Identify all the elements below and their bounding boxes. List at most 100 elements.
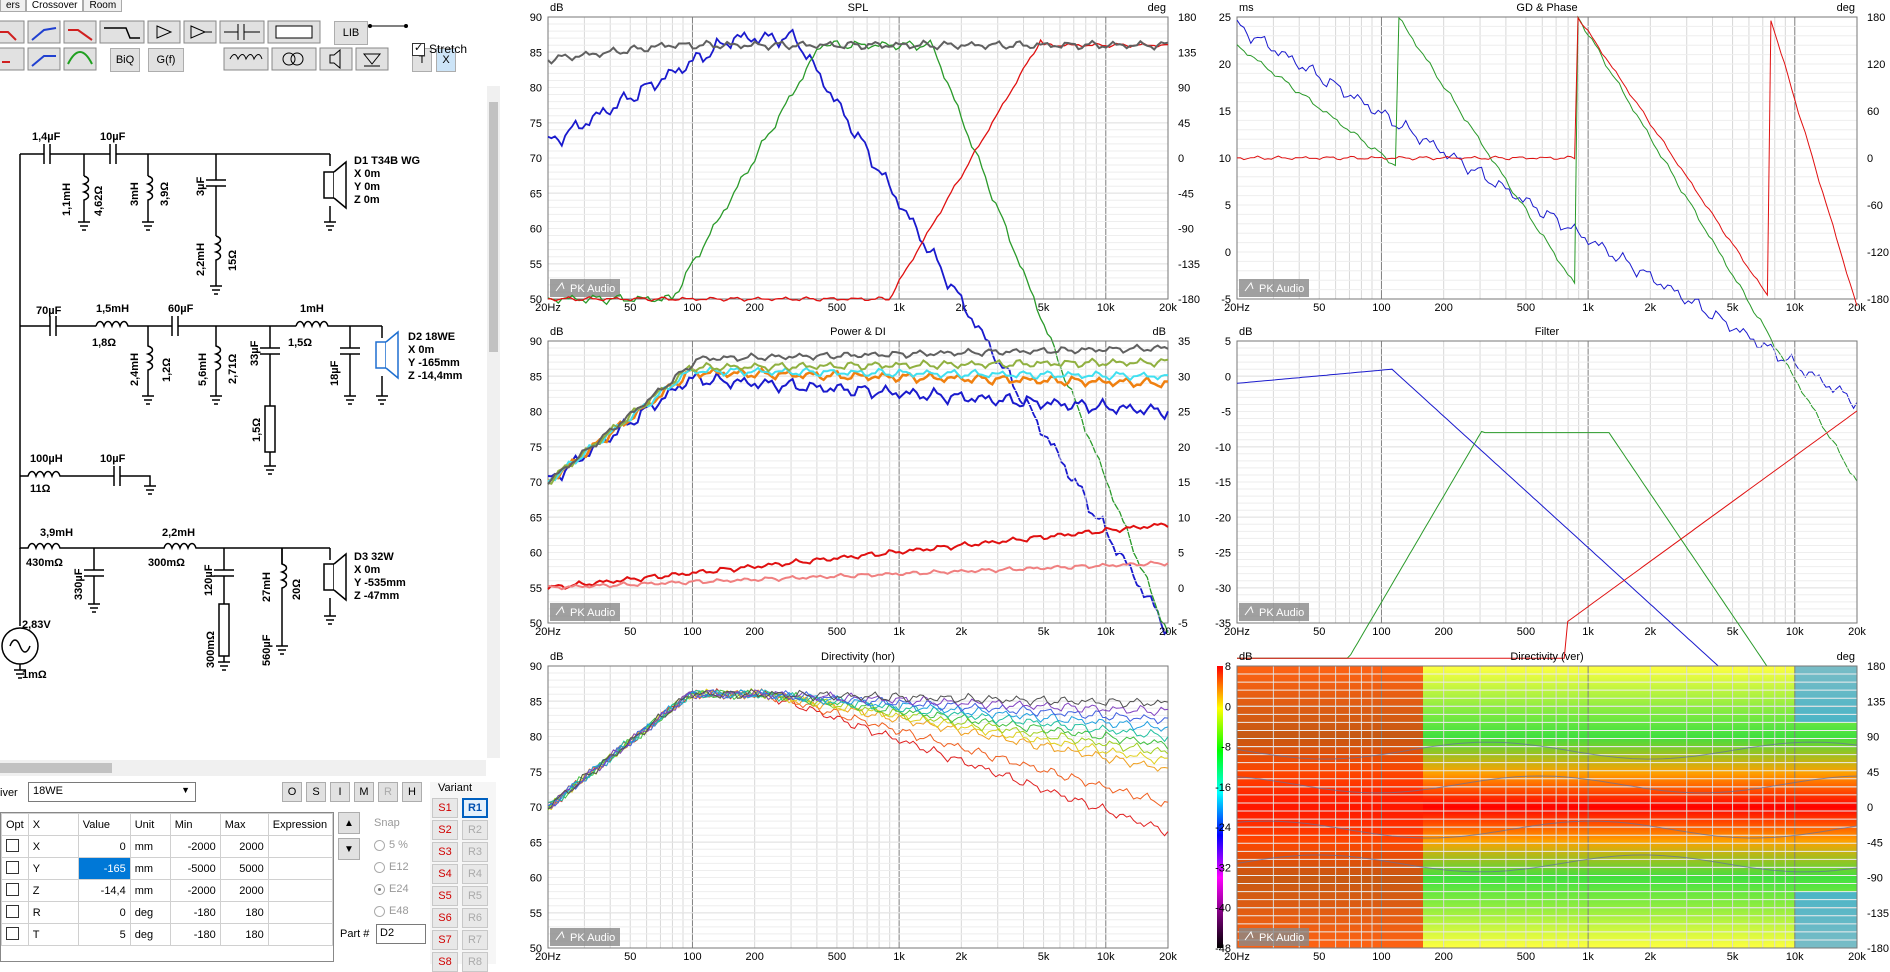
schematic-vertical-scrollbar[interactable] [487, 86, 500, 758]
step-down-button[interactable]: ▼ [338, 838, 360, 860]
radio-icon[interactable] [374, 861, 385, 873]
part-number-input[interactable]: D2 [376, 924, 426, 944]
chart-spl[interactable]: SPL dB deg 90 85 80 75 70 65 60 55 50 180 135 90 45 0 -45… [530, 2, 1200, 636]
param-min[interactable]: -5000 [169, 857, 221, 880]
variant-r5[interactable]: R5 [462, 886, 488, 906]
radio-icon[interactable] [374, 883, 385, 895]
snap-option-e24[interactable]: E24 [374, 878, 426, 900]
variant-s2[interactable]: S2 [432, 820, 458, 840]
param-expression[interactable] [267, 923, 334, 946]
snap-option-e12[interactable]: E12 [374, 856, 426, 878]
param-expression[interactable] [267, 901, 334, 924]
chart-directivity-hor-[interactable]: Directivity (hor) dB 90 85 80 75 70 65 60 55 50 20H… [530, 651, 1178, 963]
chart-filter[interactable]: Filter dB 5 0 -5 -10 -15 -20 -25 -30 -35 20Hz 50 100 2… [1215, 326, 1866, 800]
variant-r8[interactable]: R8 [462, 952, 488, 972]
snap-option-5pct[interactable]: 5 % [374, 834, 426, 856]
table-row[interactable]: Y -165 mm -5000 5000 [1, 857, 334, 880]
step-up-button[interactable]: ▲ [338, 812, 360, 834]
param-value[interactable]: 0 [77, 901, 131, 924]
variant-r4[interactable]: R4 [462, 864, 488, 884]
table-row[interactable]: Z -14,4 mm -2000 2000 [1, 879, 334, 902]
d2-z: Z -14,4mm [408, 370, 463, 382]
variant-s6[interactable]: S6 [432, 908, 458, 928]
tab-room[interactable]: Room [83, 0, 123, 12]
param-min[interactable]: -2000 [169, 835, 221, 858]
param-max[interactable]: 2000 [219, 879, 269, 902]
driver-button-o[interactable]: O [282, 782, 302, 802]
param-min[interactable]: -180 [169, 923, 221, 946]
variant-r6[interactable]: R6 [462, 908, 488, 928]
biquad-button[interactable]: BiQ [110, 48, 140, 72]
library-button[interactable]: LIB [334, 21, 368, 45]
param-min[interactable]: -180 [169, 901, 221, 924]
param-max[interactable]: 2000 [219, 835, 269, 858]
x-tick-label: 5k [1038, 302, 1050, 314]
param-value[interactable]: 5 [77, 923, 131, 946]
radio-icon[interactable] [374, 905, 385, 917]
table-row[interactable]: T 5 deg -180 180 [1, 923, 334, 946]
parameter-table: Opt X Value Unit Min Max Expression X 0 mm… [0, 812, 334, 962]
variant-s7[interactable]: S7 [432, 930, 458, 950]
x-tick-label: 20Hz [535, 626, 561, 638]
param-value[interactable]: -165 [77, 857, 131, 880]
y2-tick-label: -90 [1178, 224, 1194, 236]
stretch-checkbox[interactable] [412, 41, 425, 56]
driver-select[interactable]: 18WE ▼ [28, 782, 196, 802]
x-tick-label: 100 [683, 302, 701, 314]
param-value[interactable]: 0 [77, 835, 131, 858]
variant-s5[interactable]: S5 [432, 886, 458, 906]
left-axis-unit: dB [550, 2, 563, 14]
y2-tick-label: 0 [1867, 153, 1873, 165]
param-max[interactable]: 180 [219, 901, 269, 924]
tab-drivers[interactable]: ers [0, 0, 26, 12]
chart-directivity-ver-[interactable]: Directivity (ver) dB deg 8 0 -8 -16 -24 -32 -40 -4… [1215, 651, 1889, 963]
radio-icon[interactable] [374, 839, 385, 851]
horizontal-scroll-thumb[interactable] [0, 763, 112, 773]
variant-s1[interactable]: S1 [432, 798, 458, 818]
schematic-horizontal-scrollbar[interactable] [0, 760, 486, 776]
schematic-drawing: 1,4µF 10µF 1,1mH 4,62Ω 3mH 3,9Ω 3µF 2,2m… [1, 131, 463, 681]
vertical-scroll-thumb[interactable] [489, 102, 498, 352]
crossover-schematic[interactable]: 1,4µF 10µF 1,1mH 4,62Ω 3mH 3,9Ω 3µF 2,2m… [0, 86, 486, 750]
table-row[interactable]: R 0 deg -180 180 [1, 901, 334, 924]
param-expression[interactable] [267, 857, 334, 880]
variant-r7[interactable]: R7 [462, 930, 488, 950]
transfer-function-button[interactable]: G(f) [148, 48, 184, 72]
param-min[interactable]: -2000 [169, 879, 221, 902]
x-tick-label: 500 [828, 302, 846, 314]
opt-checkbox[interactable] [6, 882, 19, 896]
param-value[interactable]: -14,4 [77, 879, 131, 902]
variant-s3[interactable]: S3 [432, 842, 458, 862]
driver-button-m[interactable]: M [354, 782, 374, 802]
snap-option-e48[interactable]: E48 [374, 900, 426, 922]
chart-gd-phase[interactable]: GD & Phase ms deg 25 20 15 10 5 0 -5 180 120 60 0 -60-… [1219, 2, 1889, 482]
y-tick-label: -15 [1215, 477, 1231, 489]
param-expression[interactable] [267, 879, 334, 902]
tab-crossover[interactable]: Crossover [25, 0, 84, 12]
snap-option-label: E24 [389, 883, 409, 895]
param-max[interactable]: 5000 [219, 857, 269, 880]
driver-button-s[interactable]: S [306, 782, 326, 802]
driver-button-r[interactable]: R [378, 782, 398, 802]
variant-r3[interactable]: R3 [462, 842, 488, 862]
variant-s8[interactable]: S8 [432, 952, 458, 972]
param-max[interactable]: 180 [219, 923, 269, 946]
x-tick-label: 2k [1645, 626, 1657, 638]
x-tick-label: 50 [1313, 951, 1325, 963]
opt-checkbox[interactable] [6, 926, 19, 940]
watermark: PK Audio [550, 603, 620, 621]
stretch-toggle[interactable]: Stretch [412, 41, 467, 56]
variant-r2[interactable]: R2 [462, 820, 488, 840]
param-unit: mm [129, 857, 171, 880]
param-expression[interactable] [267, 835, 334, 858]
opt-checkbox[interactable] [6, 904, 19, 918]
driver-button-h[interactable]: H [402, 782, 422, 802]
variant-s4[interactable]: S4 [432, 864, 458, 884]
opt-checkbox[interactable] [6, 860, 19, 874]
chart-power-di[interactable]: Power & DI dB dB 90 85 80 75 70 65 60 55 50 35 30 25 20… [530, 326, 1191, 638]
table-row[interactable]: X 0 mm -2000 2000 [1, 835, 334, 858]
top-r1-label: 4,62Ω [93, 186, 105, 216]
driver-button-i[interactable]: I [330, 782, 350, 802]
opt-checkbox[interactable] [6, 838, 19, 852]
variant-r1[interactable]: R1 [462, 798, 488, 818]
